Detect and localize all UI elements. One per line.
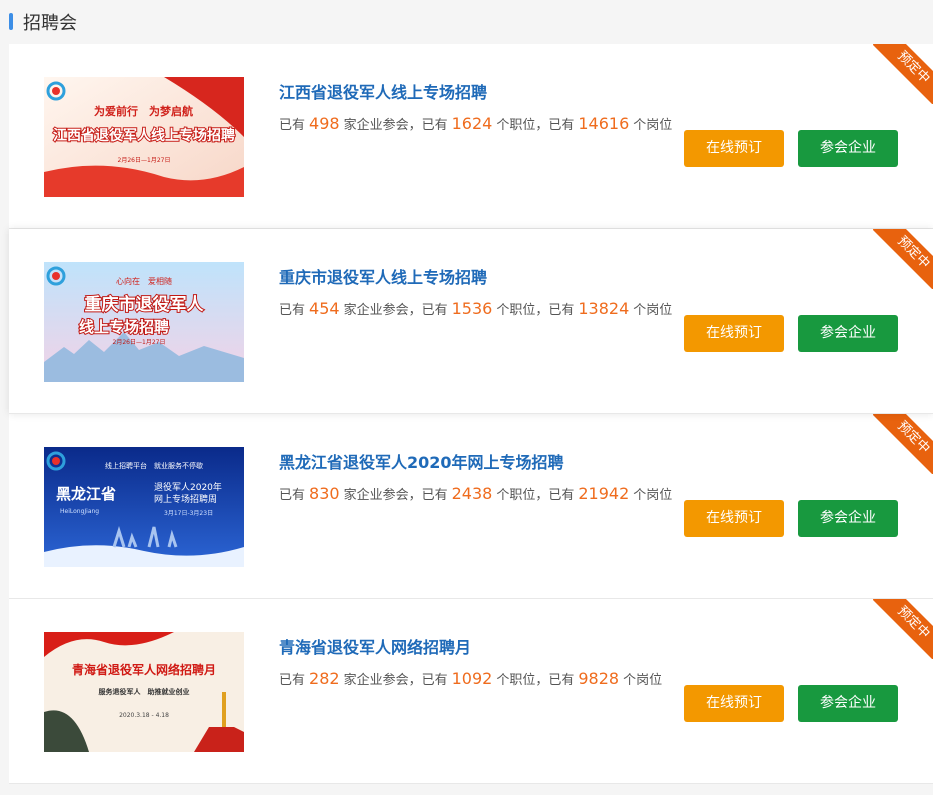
post-count: 21942 [578,484,630,503]
poster-headline: 青海省退役军人网络招聘月 [72,662,216,677]
post-count: 9828 [578,669,620,688]
fair-title[interactable]: 黑龙江省退役军人2020年网上专场招聘 [279,449,564,473]
reserving-ribbon: 预定中 [873,599,933,659]
reserve-online-button[interactable]: 在线预订 [684,685,784,722]
fair-stats: 已有 498 家企业参会，已有 1624 个职位，已有 14616 个岗位 [279,114,673,133]
reserving-ribbon: 预定中 [873,414,933,474]
poster-headline-2: 线上专场招聘 [79,318,169,336]
poster-date: 3月17日-3月23日 [164,510,213,517]
post-count: 14616 [578,114,630,133]
poster-slogan: 为爱前行 为梦启航 [94,104,193,118]
job-fair-card: 青海省退役军人网络招聘月 服务退役军人 助推就业创业 2020.3.18 - 4… [9,599,933,784]
fair-poster[interactable]: 心向在 爱相随 重庆市退役军人 线上专场招聘 2月26日—1月27日 [44,262,244,382]
enterprise-count: 498 [309,114,340,133]
reserve-online-button[interactable]: 在线预订 [684,315,784,352]
job-fair-card: 线上招聘平台 就业服务不停歇 黑龙江省 HeiLongJiang 退役军人202… [9,414,933,599]
participating-companies-button[interactable]: 参会企业 [798,130,898,167]
poster-slogan: 心向在 爱相随 [116,276,172,286]
job-fair-card: 心向在 爱相随 重庆市退役军人 线上专场招聘 2月26日—1月27日 重庆市退役… [9,229,933,414]
participating-companies-button[interactable]: 参会企业 [798,315,898,352]
fair-title[interactable]: 江西省退役军人线上专场招聘 [279,79,487,103]
poster-pinyin: HeiLongJiang [60,508,99,515]
poster-headline: 江西省退役军人线上专场招聘 [53,127,235,144]
position-count: 1624 [451,114,493,133]
position-count: 1536 [451,299,493,318]
fair-poster[interactable]: 线上招聘平台 就业服务不停歇 黑龙江省 HeiLongJiang 退役军人202… [44,447,244,567]
poster-sub: 退役军人2020年 [154,481,222,493]
poster-sub-2: 网上专场招聘周 [154,493,217,505]
enterprise-count: 830 [309,484,340,503]
section-header: 招聘会 [0,0,933,44]
participating-companies-button[interactable]: 参会企业 [798,500,898,537]
post-count: 13824 [578,299,630,318]
reserving-ribbon: 预定中 [873,229,933,289]
poster-headline: 黑龙江省 [56,485,116,503]
poster-date: 2月26日—1月27日 [113,339,166,346]
poster-headline: 重庆市退役军人 [85,294,205,315]
position-count: 2438 [451,484,493,503]
reserve-online-button[interactable]: 在线预订 [684,500,784,537]
section-title: 招聘会 [23,13,77,34]
poster-date: 2020.3.18 - 4.18 [119,712,169,719]
job-fair-card: 为爱前行 为梦启航 江西省退役军人线上专场招聘 2月26日—1月27日 江西省退… [9,44,933,229]
fair-stats: 已有 830 家企业参会，已有 2438 个职位，已有 21942 个岗位 [279,484,673,503]
fair-title[interactable]: 重庆市退役军人线上专场招聘 [279,264,487,288]
poster-sub: 服务退役军人 助推就业创业 [99,687,190,696]
section-accent-bar [9,13,13,30]
fair-poster[interactable]: 青海省退役军人网络招聘月 服务退役军人 助推就业创业 2020.3.18 - 4… [44,632,244,752]
reserving-ribbon: 预定中 [873,44,933,104]
poster-slogan: 线上招聘平台 就业服务不停歇 [105,461,203,470]
fair-poster[interactable]: 为爱前行 为梦启航 江西省退役军人线上专场招聘 2月26日—1月27日 [44,77,244,197]
enterprise-count: 282 [309,669,340,688]
fair-stats: 已有 454 家企业参会，已有 1536 个职位，已有 13824 个岗位 [279,299,673,318]
fair-title[interactable]: 青海省退役军人网络招聘月 [279,634,471,658]
poster-date: 2月26日—1月27日 [118,157,171,164]
enterprise-count: 454 [309,299,340,318]
participating-companies-button[interactable]: 参会企业 [798,685,898,722]
position-count: 1092 [451,669,493,688]
reserve-online-button[interactable]: 在线预订 [684,130,784,167]
fair-stats: 已有 282 家企业参会，已有 1092 个职位，已有 9828 个岗位 [279,669,663,688]
